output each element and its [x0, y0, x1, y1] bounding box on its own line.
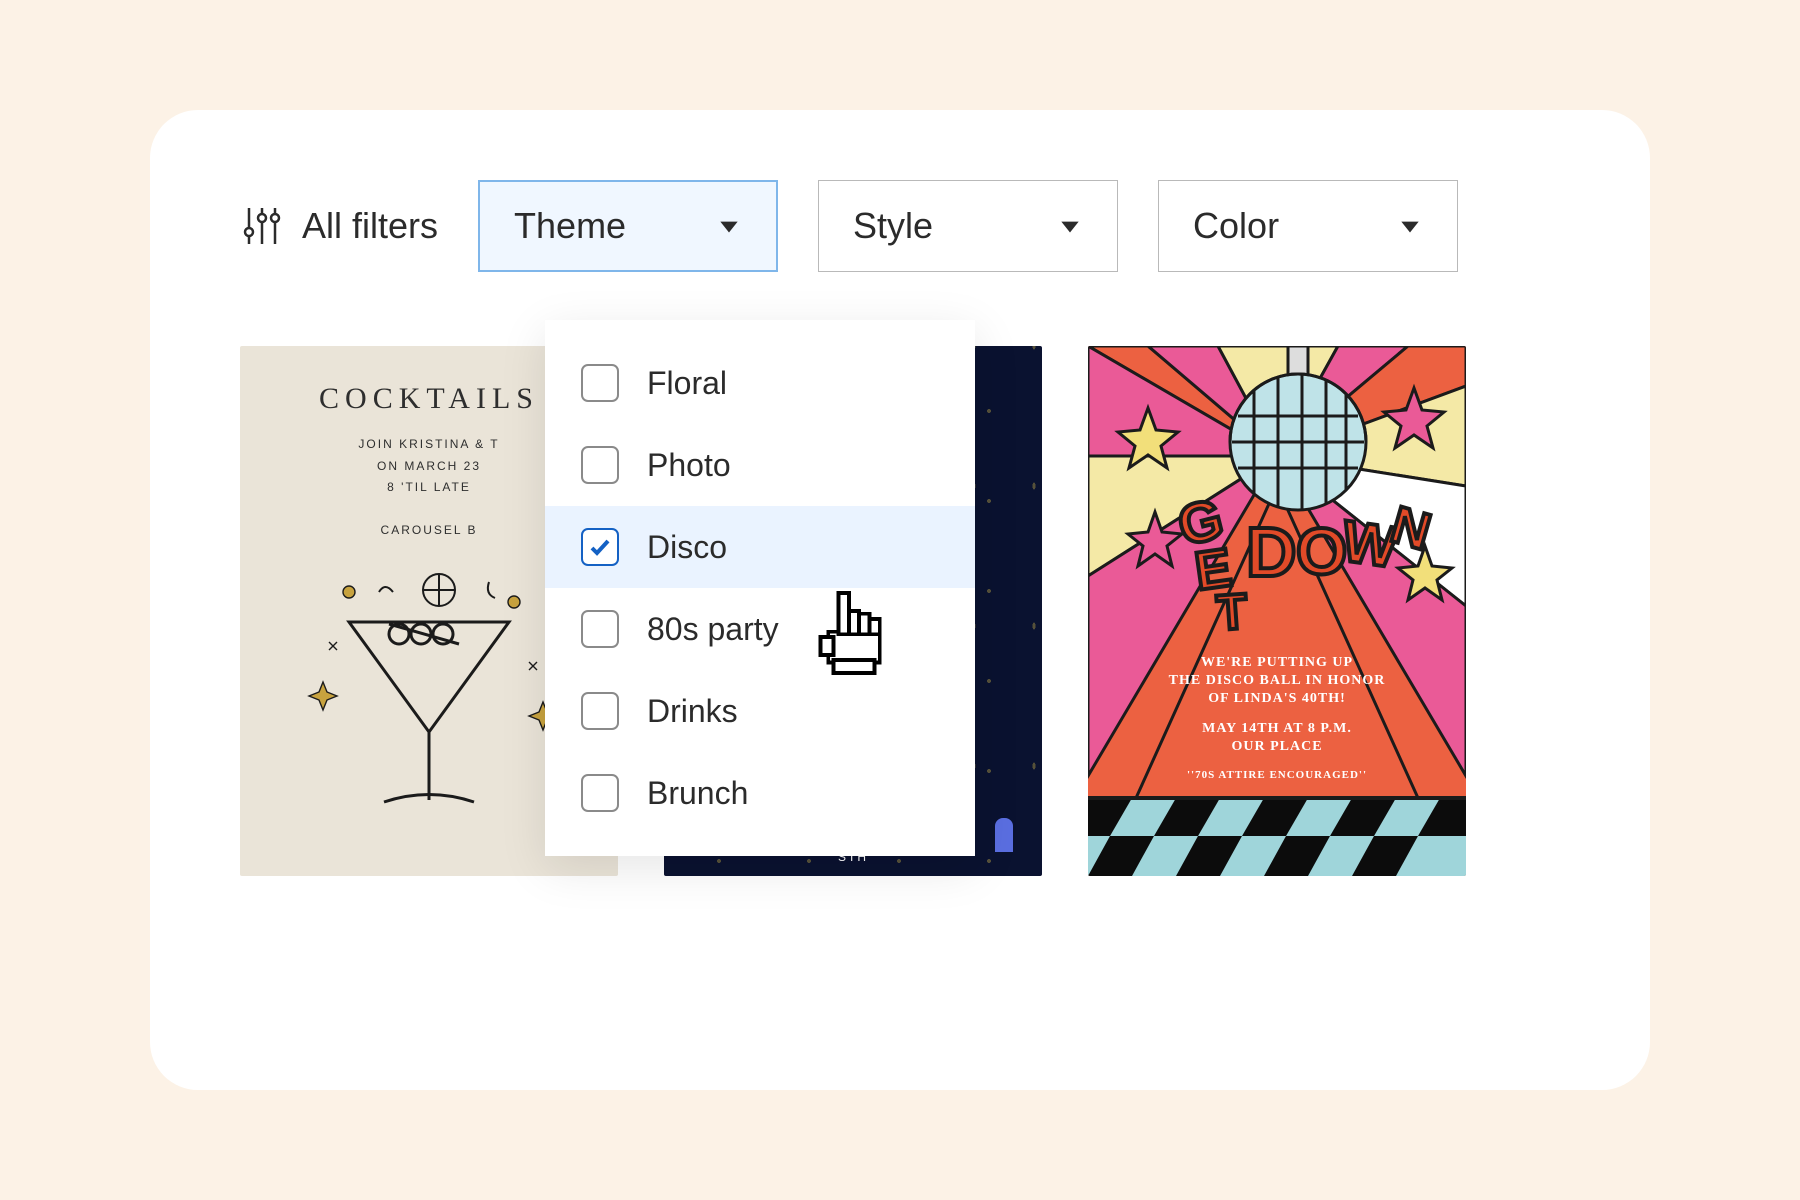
chevron-down-icon [1397, 213, 1423, 239]
svg-text:THE DISCO BALL IN HONOR: THE DISCO BALL IN HONOR [1169, 673, 1386, 688]
svg-text:O: O [1296, 514, 1347, 588]
chevron-down-icon [716, 213, 742, 239]
sliders-icon [240, 204, 284, 248]
theme-option-floral[interactable]: Floral [545, 342, 975, 424]
theme-option-photo[interactable]: Photo [545, 424, 975, 506]
option-label: Photo [647, 447, 731, 484]
style-label: Style [853, 205, 933, 247]
option-label: Brunch [647, 775, 748, 812]
filter-card: All filters Theme Style Color COCKTAILS … [150, 110, 1650, 1090]
checkbox[interactable] [581, 610, 619, 648]
template-subtext: JOIN KRISTINA & T ON MARCH 23 8 'TIL LAT… [266, 434, 592, 542]
checkbox[interactable] [581, 446, 619, 484]
theme-dropdown[interactable]: Theme [478, 180, 778, 272]
all-filters-button[interactable]: All filters [240, 204, 438, 248]
chevron-down-icon [1057, 213, 1083, 239]
option-label: Floral [647, 365, 727, 402]
color-dropdown[interactable]: Color [1158, 180, 1458, 272]
theme-label: Theme [514, 205, 626, 247]
martini-illustration [289, 562, 569, 822]
template-card-getdown[interactable]: G E T D O W N WE'RE PUTTING UP THE DISCO… [1088, 346, 1466, 876]
svg-text:D: D [1246, 513, 1297, 591]
svg-text:OF LINDA'S 40TH!: OF LINDA'S 40TH! [1208, 691, 1346, 706]
color-label: Color [1193, 205, 1279, 247]
theme-option-brunch[interactable]: Brunch [545, 752, 975, 834]
svg-text:WE'RE PUTTING UP: WE'RE PUTTING UP [1201, 655, 1353, 670]
checkbox-checked[interactable] [581, 528, 619, 566]
cursor-icon [814, 588, 894, 678]
svg-text:''70S ATTIRE ENCOURAGED'': ''70S ATTIRE ENCOURAGED'' [1187, 769, 1367, 781]
option-label: 80s party [647, 611, 779, 648]
getdown-illustration: G E T D O W N WE'RE PUTTING UP THE DISCO… [1088, 346, 1466, 876]
option-label: Disco [647, 529, 727, 566]
svg-text:MAY 14TH AT 8 P.M.: MAY 14TH AT 8 P.M. [1202, 721, 1352, 736]
svg-text:T: T [1215, 583, 1249, 641]
style-dropdown[interactable]: Style [818, 180, 1118, 272]
theme-option-drinks[interactable]: Drinks [545, 670, 975, 752]
theme-option-80s[interactable]: 80s party [545, 588, 975, 670]
option-label: Drinks [647, 693, 738, 730]
template-title: COCKTAILS [266, 382, 592, 416]
filters-row: All filters Theme Style Color [240, 180, 1560, 272]
theme-dropdown-panel: Floral Photo Disco 80s party Drinks Brun… [545, 320, 975, 856]
checkbox[interactable] [581, 774, 619, 812]
checkbox[interactable] [581, 364, 619, 402]
all-filters-label: All filters [302, 205, 438, 247]
theme-option-disco[interactable]: Disco [545, 506, 975, 588]
svg-text:OUR PLACE: OUR PLACE [1231, 739, 1322, 754]
checkbox[interactable] [581, 692, 619, 730]
